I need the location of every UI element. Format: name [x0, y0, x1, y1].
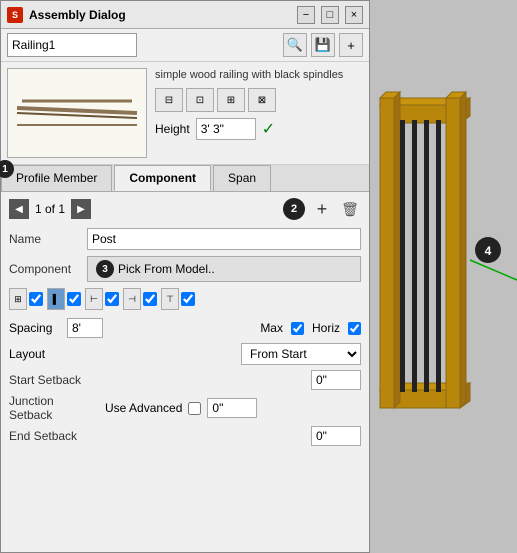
preview-area: simple wood railing with black spindles …	[1, 62, 369, 165]
window-controls: − □ ×	[297, 6, 363, 24]
spacing-row: Spacing Max Horiz	[9, 318, 361, 338]
spacing-input[interactable]	[67, 318, 103, 338]
title-bar: S Assembly Dialog − □ ×	[1, 1, 369, 29]
icon-btn-4[interactable]: ⊠	[248, 88, 276, 112]
search-button[interactable]: 🔍	[283, 33, 307, 57]
toolbar-right: 🔍 💾 +	[283, 33, 363, 57]
max-label: Max	[260, 321, 283, 335]
railing-name-input[interactable]	[7, 33, 137, 57]
name-form-label: Name	[9, 232, 81, 246]
start-setback-label: Start Setback	[9, 373, 99, 387]
icon-btn-2[interactable]: ⊡	[186, 88, 214, 112]
preview-right: simple wood railing with black spindles …	[155, 68, 363, 158]
tool-check-4[interactable]	[143, 292, 157, 306]
pick-from-model-button[interactable]: 3 Pick From Model..	[87, 256, 361, 282]
add-component-button[interactable]: +	[311, 198, 333, 220]
nav-next-button[interactable]: ▶	[71, 199, 91, 219]
tab-profile-member-label: Profile Member	[16, 171, 97, 185]
svg-text:4: 4	[485, 244, 492, 258]
tab-span[interactable]: Span	[213, 165, 271, 191]
end-setback-input[interactable]	[311, 426, 361, 446]
tool-check-5[interactable]	[181, 292, 195, 306]
max-checkbox[interactable]	[291, 322, 304, 335]
tool-group-3: ⊢	[85, 288, 119, 310]
end-setback-label: End Setback	[9, 429, 99, 443]
setback-row-junction: Junction Setback Use Advanced	[9, 394, 361, 422]
pick-badge-3: 3	[96, 260, 114, 278]
tool-group-5: ⊤	[161, 288, 195, 310]
start-setback-input[interactable]	[311, 370, 361, 390]
icons-toolbar: ⊞ ▌ ⊢ ⊣ ⊤	[9, 288, 361, 310]
3d-view-svg: 4	[370, 0, 517, 553]
tool-icon-2[interactable]: ▌	[47, 288, 65, 310]
nav-prev-button[interactable]: ◀	[9, 199, 29, 219]
assembly-dialog: S Assembly Dialog − □ × 🔍 💾 +	[0, 0, 370, 553]
tool-icon-3[interactable]: ⊢	[85, 288, 103, 310]
height-label: Height	[155, 122, 190, 136]
icon-row: ⊟ ⊡ ⊞ ⊠	[155, 88, 363, 112]
tool-group-1: ⊞	[9, 288, 43, 310]
save-button[interactable]: 💾	[311, 33, 335, 57]
delete-component-button[interactable]: 🗑	[339, 198, 361, 220]
spacing-label: Spacing	[9, 321, 59, 335]
railing-preview-svg	[12, 93, 142, 133]
layout-row: Layout From Start From End Centered Just…	[9, 343, 361, 365]
use-advanced-checkbox[interactable]	[188, 402, 201, 415]
3d-view: 4	[370, 0, 517, 553]
setback-row-end: End Setback	[9, 426, 361, 446]
tool-check-1[interactable]	[29, 292, 43, 306]
close-button[interactable]: ×	[345, 6, 363, 24]
horiz-label: Horiz	[312, 321, 340, 335]
layout-label: Layout	[9, 347, 59, 361]
preview-image	[7, 68, 147, 158]
tool-icon-5[interactable]: ⊤	[161, 288, 179, 310]
nav-right: 2 + 🗑	[283, 198, 361, 220]
tab-span-label: Span	[228, 171, 256, 185]
component-section: ◀ 1 of 1 ▶ 2 + 🗑 Name Component 3 Pick F…	[1, 192, 369, 552]
nav-row: ◀ 1 of 1 ▶ 2 + 🗑	[9, 198, 361, 220]
icon-btn-3[interactable]: ⊞	[217, 88, 245, 112]
height-row: Height ✓	[155, 118, 363, 140]
tabs-row: 1 Profile Member Component Span	[1, 165, 369, 192]
tool-group-2: ▌	[47, 288, 81, 310]
name-form-row: Name	[9, 228, 361, 250]
tab-component-label: Component	[129, 171, 196, 185]
height-input[interactable]	[196, 118, 256, 140]
use-advanced-label: Use Advanced	[105, 401, 182, 415]
dialog-title: Assembly Dialog	[29, 8, 297, 22]
component-form-label: Component	[9, 262, 81, 276]
name-row: 🔍 💾 +	[1, 29, 369, 62]
tool-icon-1[interactable]: ⊞	[9, 288, 27, 310]
tool-check-2[interactable]	[67, 292, 81, 306]
tab-badge-1: 1	[0, 160, 14, 178]
horiz-checkbox[interactable]	[348, 322, 361, 335]
layout-select[interactable]: From Start From End Centered Justify	[241, 343, 361, 365]
tool-icon-4[interactable]: ⊣	[123, 288, 141, 310]
minimize-button[interactable]: −	[297, 6, 315, 24]
junction-setback-input[interactable]	[207, 398, 257, 418]
app-icon: S	[7, 7, 23, 23]
setback-row-start: Start Setback	[9, 370, 361, 390]
add-button[interactable]: +	[339, 33, 363, 57]
nav-label: 1 of 1	[35, 202, 65, 216]
component-name-input[interactable]	[87, 228, 361, 250]
pick-label: Pick From Model..	[118, 262, 215, 276]
tool-check-3[interactable]	[105, 292, 119, 306]
nav-badge-2: 2	[283, 198, 305, 220]
component-form-row: Component 3 Pick From Model..	[9, 256, 361, 282]
height-confirm-button[interactable]: ✓	[262, 119, 275, 139]
tab-profile-member[interactable]: 1 Profile Member	[1, 165, 112, 191]
tab-component[interactable]: Component	[114, 165, 211, 191]
icon-btn-1[interactable]: ⊟	[155, 88, 183, 112]
tool-group-4: ⊣	[123, 288, 157, 310]
description-text: simple wood railing with black spindles	[155, 68, 363, 82]
junction-setback-label: Junction Setback	[9, 394, 99, 422]
right-panel: 4	[370, 0, 517, 553]
maximize-button[interactable]: □	[321, 6, 339, 24]
